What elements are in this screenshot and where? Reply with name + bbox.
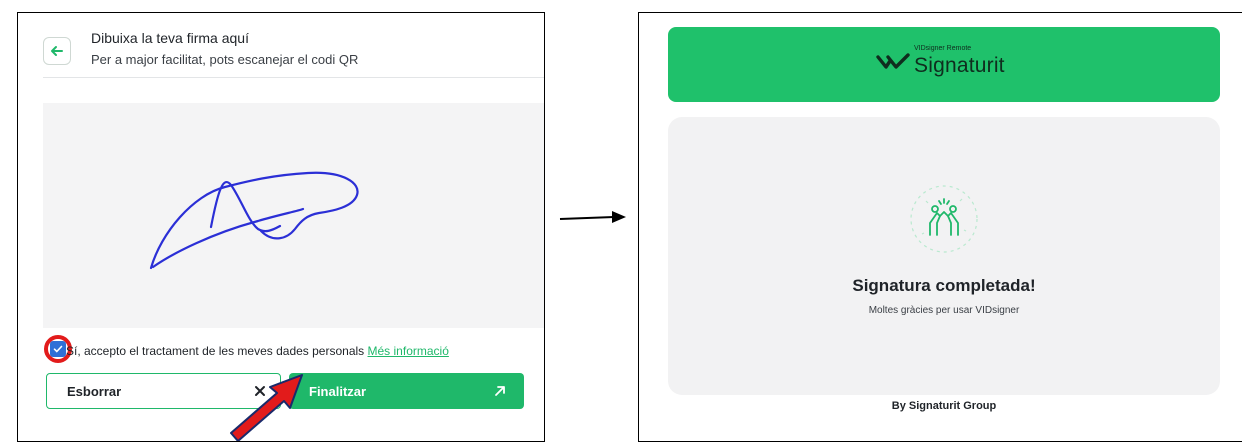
page-title: Dibuixa la teva firma aquí [91, 30, 249, 46]
signature-result-panel: VIDsigner Remote Signaturit Signatura co… [638, 12, 1242, 442]
header-divider [43, 77, 544, 78]
arrow-up-right-icon [495, 386, 505, 396]
finish-button[interactable]: Finalitzar [289, 373, 524, 409]
brand-name: Signaturit [914, 54, 1005, 77]
arrow-left-icon [51, 46, 63, 56]
transition-arrow-icon [559, 211, 626, 223]
brand-banner: VIDsigner Remote Signaturit [668, 27, 1220, 102]
checkmark-icon [53, 345, 63, 353]
brand-subtitle: VIDsigner Remote [914, 45, 972, 52]
footer-text: By Signaturit Group [891, 400, 997, 412]
annotation-arrow-icon [230, 374, 303, 441]
signature-drawing-panel: Dibuixa la teva firma aquí Per a major f… [17, 12, 545, 442]
success-title: Signatura completada! [852, 276, 1036, 295]
clear-button-label: Esborrar [67, 383, 122, 399]
high-five-icon [910, 185, 978, 253]
signature-canvas[interactable] [43, 103, 544, 328]
success-subtitle: Moltes gràcies per usar VIDsigner [868, 305, 1020, 316]
consent-checkbox[interactable] [50, 341, 66, 357]
signature-stroke [149, 171, 359, 270]
page-subtitle: Per a major facilitat, pots escanejar el… [91, 52, 359, 67]
success-card: Signatura completada! Moltes gràcies per… [668, 117, 1220, 395]
consent-text: Sí, accepto el tractament de les meves d… [66, 344, 365, 358]
signaturit-logo-icon [876, 53, 910, 69]
back-button[interactable] [43, 37, 71, 65]
more-info-link[interactable]: Més informació [368, 344, 449, 358]
